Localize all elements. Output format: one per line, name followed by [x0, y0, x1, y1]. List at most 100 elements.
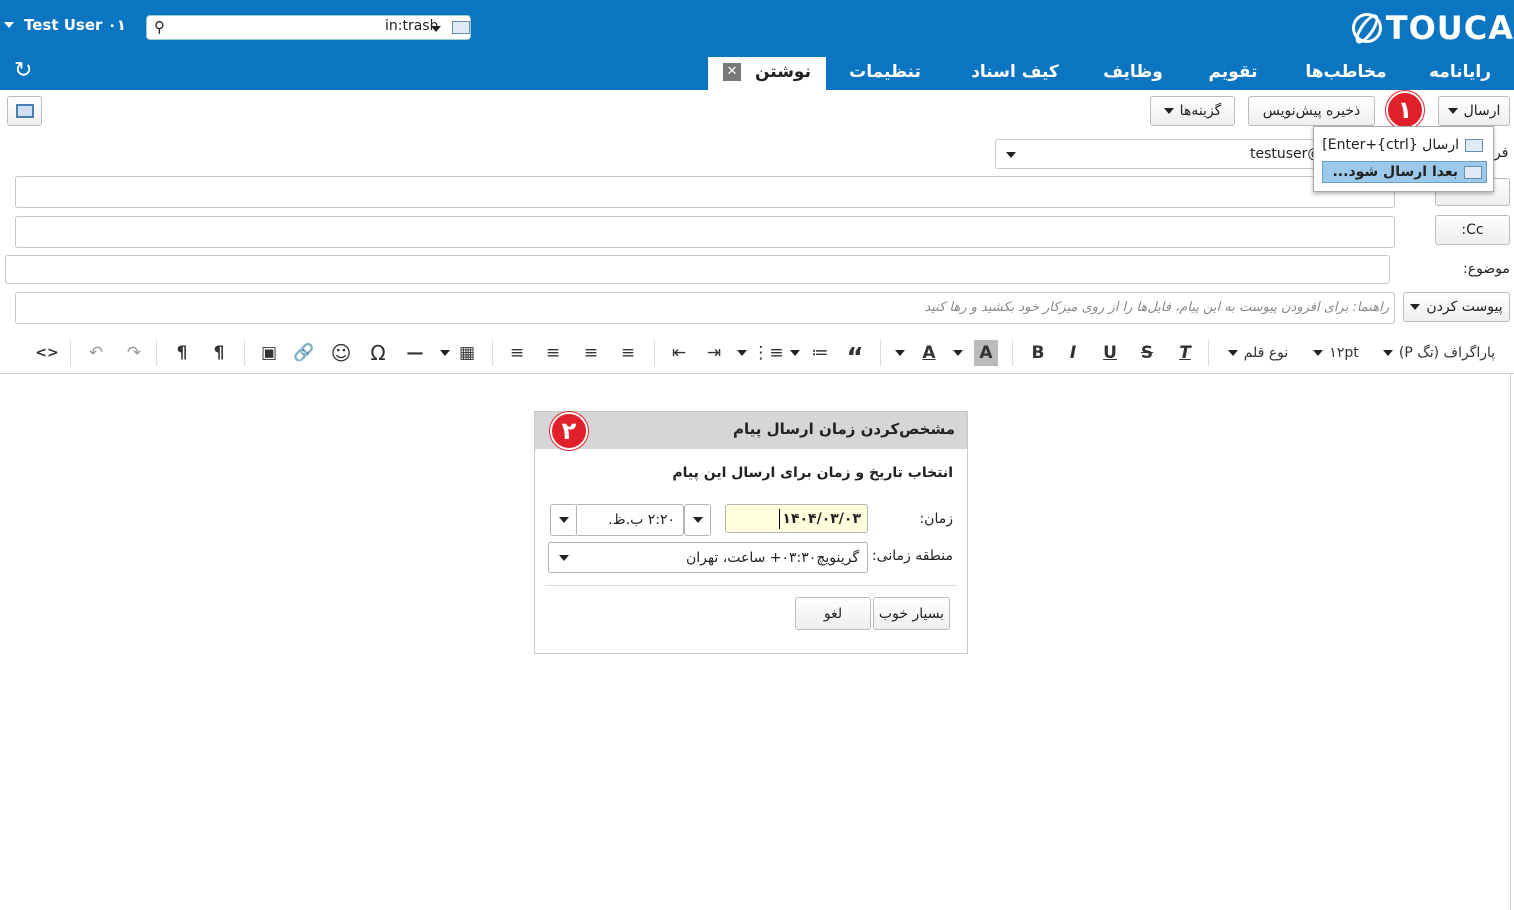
timezone-caret-icon [559, 554, 569, 561]
toolbar-separator [880, 340, 881, 366]
clock-mail-icon [1464, 165, 1482, 179]
paragraph-label: پاراگراف (تگ P) [1398, 345, 1496, 361]
search-scope-caret-icon[interactable] [431, 26, 441, 32]
image-icon[interactable]: ▣ [257, 340, 281, 366]
numbered-list-caret-icon[interactable] [788, 340, 802, 366]
text-color-caret-icon[interactable] [892, 340, 908, 366]
tab-tasks[interactable]: وظایف [1086, 57, 1180, 90]
send-button[interactable]: ارسال [1438, 96, 1510, 126]
special-char-icon[interactable]: Ω [366, 340, 390, 366]
clear-format-icon[interactable]: T [1172, 340, 1198, 366]
align-right-icon[interactable]: ≡ [579, 340, 603, 366]
justify-icon[interactable]: ≡ [616, 340, 640, 366]
timezone-label: منطقه زمانی: [871, 548, 953, 564]
ltr-direction-icon[interactable]: ¶ [206, 340, 232, 366]
main-tabs: رایانامه مخاطب‌ها تقویم وظایف کیف اسناد … [708, 57, 1514, 90]
align-center-icon[interactable]: ≡ [541, 340, 565, 366]
paragraph-format-select[interactable]: پاراگراف (تگ P) [1380, 340, 1498, 366]
options-button[interactable]: گزینه‌ها [1150, 96, 1235, 126]
editor-border [1510, 374, 1511, 910]
from-select[interactable]: testuser@ [995, 139, 1325, 169]
save-draft-button[interactable]: ذخیره پیش‌نویس [1248, 96, 1375, 126]
options-label: گزینه‌ها [1179, 103, 1222, 119]
menu-item-send-later[interactable]: بعدا ارسال شود... [1322, 161, 1487, 183]
editor-toolbar: پاراگراف (تگ P) ۱۲pt نوع قلم T S U I B A… [0, 332, 1514, 374]
send-caret-icon[interactable] [1447, 108, 1458, 114]
bg-color-caret-icon[interactable] [950, 340, 966, 366]
user-menu[interactable]: Test User ۰۱ [4, 16, 126, 34]
time-input[interactable]: ۲:۲۰ ب.ظ. [575, 504, 684, 536]
rtl-direction-icon[interactable]: ¶ [170, 340, 194, 366]
app-window: Test User ۰۱ ⚲ in:trash TOUCA ↻ رایانامه… [0, 0, 1514, 910]
toolbar-separator [70, 340, 71, 366]
close-tab-icon[interactable]: ✕ [723, 63, 742, 81]
send-label: ارسال [1463, 103, 1501, 119]
outdent-icon[interactable]: ⇤ [667, 340, 691, 366]
search-bar[interactable]: ⚲ in:trash [146, 15, 471, 40]
emoji-icon[interactable]: ☺ [329, 340, 353, 366]
from-value: testuser@ [1250, 146, 1322, 162]
date-picker-caret-icon[interactable] [684, 504, 711, 536]
timezone-select[interactable]: گرینویچ۰۳:۳۰+ ساعت، تهران [548, 542, 868, 573]
font-family-caret-icon [1227, 350, 1238, 356]
time-caret-icon[interactable] [550, 504, 577, 536]
horizontal-rule-icon[interactable]: — [403, 340, 427, 366]
toolbar-separator [244, 340, 245, 366]
date-input[interactable]: ۱۴۰۴/۰۳/۰۳ [725, 504, 868, 533]
font-family-select[interactable]: نوع قلم [1222, 340, 1294, 366]
subject-field[interactable] [5, 255, 1390, 284]
time-label: زمان: [919, 511, 953, 527]
redo-icon[interactable]: ↷ [122, 340, 146, 366]
new-window-button[interactable] [7, 96, 42, 126]
link-icon[interactable]: 🔗 [292, 340, 316, 366]
align-left-icon[interactable]: ≡ [505, 340, 529, 366]
attachment-dropzone[interactable]: راهنما: برای افزودن پیوست به این پیام، ف… [15, 292, 1395, 324]
cc-field[interactable] [15, 216, 1395, 248]
search-icon: ⚲ [154, 18, 165, 36]
top-bar: Test User ۰۱ ⚲ in:trash TOUCA ↻ رایانامه… [0, 0, 1514, 90]
bold-icon[interactable]: B [1025, 340, 1051, 366]
cancel-button[interactable]: لغو [795, 597, 871, 630]
tab-compose[interactable]: نوشتن ✕ [708, 57, 826, 90]
underline-icon[interactable]: U [1097, 340, 1123, 366]
bullet-list-caret-icon[interactable] [735, 340, 749, 366]
blockquote-icon[interactable]: “ [843, 340, 867, 373]
strikethrough-icon[interactable]: S [1134, 340, 1160, 366]
send-now-label: ارسال {ctrl}+Enter] [1322, 137, 1459, 153]
ok-button[interactable]: بسیار خوب [873, 597, 950, 630]
mail-icon[interactable] [452, 21, 470, 34]
attach-label: پیوست کردن [1426, 299, 1503, 315]
tab-contacts[interactable]: مخاطب‌ها [1286, 57, 1406, 90]
text-color-icon[interactable]: A [917, 340, 941, 366]
bullet-list-icon[interactable]: ⋮≡ [752, 340, 783, 366]
numbered-list-icon[interactable]: ≔ [808, 340, 832, 366]
background-color-icon[interactable]: A [974, 340, 998, 366]
options-caret-icon [1163, 108, 1174, 114]
tab-compose-label: نوشتن [754, 62, 811, 82]
timezone-value: گرینویچ۰۳:۳۰+ ساعت، تهران [686, 549, 859, 566]
menu-item-send-now[interactable]: ارسال {ctrl}+Enter] [1322, 134, 1487, 156]
tab-preferences[interactable]: تنظیمات [826, 57, 944, 90]
source-code-icon[interactable]: <> [34, 340, 60, 366]
italic-icon[interactable]: I [1060, 340, 1086, 366]
cc-button[interactable]: :Cc [1435, 215, 1510, 245]
dialog-title: مشخص‌کردن زمان ارسال پیام [733, 420, 955, 438]
logo-mark-icon [1351, 13, 1382, 43]
undo-icon[interactable]: ↶ [84, 340, 108, 366]
font-size-select[interactable]: ۱۲pt [1308, 340, 1364, 366]
tab-calendar[interactable]: تقویم [1180, 57, 1286, 90]
table-icon[interactable]: ▦ [455, 340, 479, 366]
to-field[interactable] [15, 176, 1395, 208]
tab-briefcase[interactable]: کیف اسناد [944, 57, 1086, 90]
attach-button[interactable]: پیوست کردن [1403, 292, 1510, 322]
font-size-label: ۱۲pt [1329, 345, 1359, 361]
text-cursor [779, 508, 781, 529]
refresh-icon[interactable]: ↻ [14, 60, 32, 82]
tab-mail[interactable]: رایانامه [1406, 57, 1514, 90]
indent-icon[interactable]: ⇥ [702, 340, 726, 366]
table-caret-icon[interactable] [438, 340, 452, 366]
user-caret-icon [4, 22, 14, 28]
toolbar-separator [492, 340, 493, 366]
subject-label: موضوع: [1463, 261, 1510, 277]
font-family-label: نوع قلم [1243, 345, 1289, 361]
